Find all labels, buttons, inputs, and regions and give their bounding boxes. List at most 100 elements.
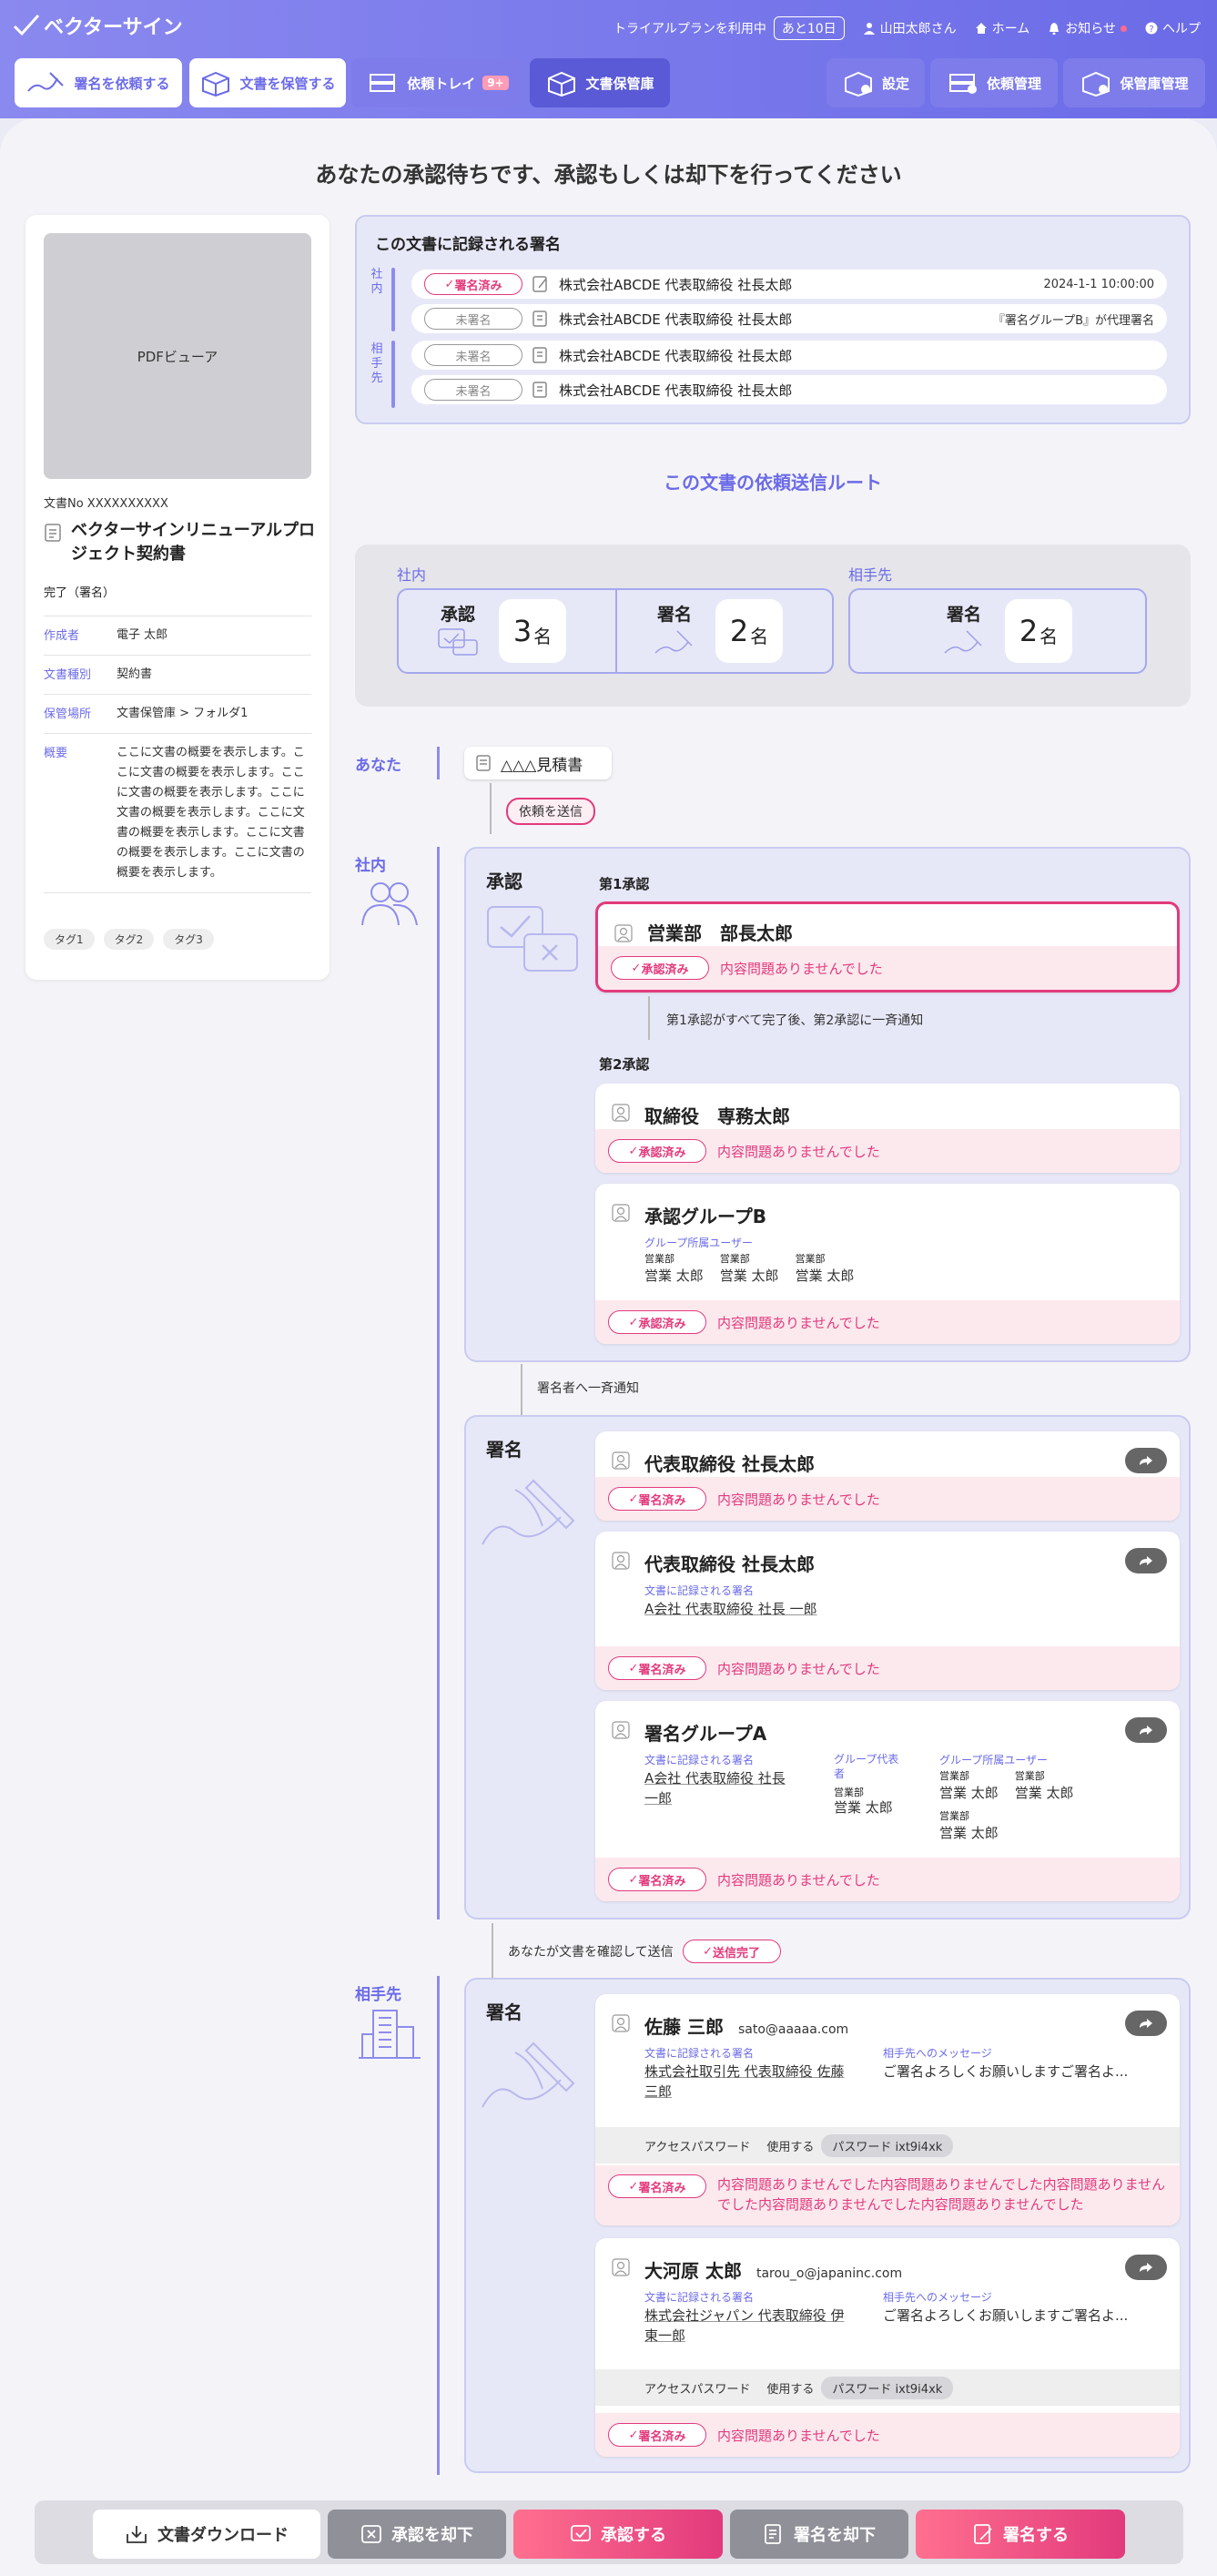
signed-pill: ✓ 署名済み (608, 2174, 706, 2198)
info-key: 保管場所 (44, 708, 92, 721)
count-unit: 名 (1040, 625, 1059, 647)
notice-dot (1121, 25, 1127, 32)
user-dept: 営業部 (1014, 1770, 1045, 1782)
unsigned-pill: 未署名 (424, 379, 522, 401)
forward-button[interactable] (1125, 2011, 1167, 2036)
logo[interactable]: ベクターサイン (13, 11, 183, 40)
forward-icon (1140, 1726, 1152, 1735)
result-text: 内容問題ありませんでした (717, 1491, 880, 1508)
store-doc-button[interactable]: 文書を保管する (189, 58, 346, 107)
approve-chat-icon (487, 906, 578, 972)
approver-group-card[interactable]: 承認グループB グループ所属ユーザー 営業部 営業 太郎 営業部 営業 太郎 営業部… (595, 1184, 1180, 1344)
request-sign-label: 署名を依頼する (74, 75, 170, 92)
access-pw-label: アクセスパスワード (644, 2382, 751, 2397)
help-link[interactable]: ? ヘルプ (1145, 19, 1201, 37)
reject-approval-button[interactable]: 承認を却下 (328, 2510, 506, 2559)
forward-button[interactable] (1125, 2255, 1167, 2280)
connector-line (490, 783, 492, 834)
approve-button[interactable]: 承認する (513, 2510, 723, 2559)
pdf-viewer[interactable]: PDFビューア (44, 233, 311, 479)
storage-manage-icon (1082, 71, 1111, 97)
result-text: 内容問題ありませんでした内容問題ありませんでした内容問題ありませんでした内容問題… (717, 2176, 1166, 2213)
count-unit: 名 (533, 625, 553, 647)
user-icon (612, 2014, 630, 2032)
recorded-sig-label: 文書に記録される署名 (644, 2291, 755, 2304)
tag[interactable]: タグ1 (44, 929, 95, 950)
pill-text: 送信完了 (713, 1946, 761, 1960)
trial-badge: あと10日 (773, 16, 845, 40)
approver-name: 承認グループB (644, 1206, 767, 1227)
sign-pen-icon (482, 2041, 575, 2108)
approve-count-cell: 承認 3名 (426, 590, 566, 672)
document-icon (45, 524, 61, 542)
partner-card[interactable]: 佐藤 三郎 sato@aaaaa.com 文書に記録される署名 株式会社取引先 … (595, 1994, 1180, 2225)
request-sign-button[interactable]: 署名を依頼する (15, 58, 182, 107)
tag[interactable]: タグ3 (163, 929, 214, 950)
user-icon (612, 1552, 630, 1570)
result-text: 内容問題ありませんでした (720, 960, 883, 977)
route-internal-label: 社内 (355, 857, 386, 875)
sign-count-cell: 署名 2名 (643, 590, 783, 672)
pill-text: 署名済み (638, 1663, 686, 1677)
forward-button[interactable] (1125, 1548, 1167, 1573)
connector-line (492, 1923, 493, 1978)
tag[interactable]: タグ2 (103, 929, 155, 950)
partner-message: ご署名よろしくお願いしますご署名よ... (883, 2307, 1129, 2324)
user-dept: 営業部 (644, 1253, 674, 1265)
sign-button[interactable]: 署名する (916, 2510, 1125, 2559)
approver-card[interactable]: 営業部 部長太郎 ✓ 承認済み 内容問題ありませんでした (595, 901, 1180, 993)
request-tray-button[interactable]: 依頼トレイ 9+ (351, 58, 524, 107)
signer-card[interactable]: 代表取締役 社長太郎 ✓ 署名済み 内容問題ありませんでした (595, 1431, 1180, 1521)
pill-text: 承認済み (641, 962, 689, 977)
info-row: 保管場所 文書保管庫 > フォルダ1 (44, 694, 311, 733)
request-manage-button[interactable]: 依頼管理 (930, 58, 1058, 107)
reject-sign-label: 署名を却下 (794, 2526, 876, 2545)
partner-card[interactable]: 大河原 太郎 tarou_o@japaninc.com 文書に記録される署名 株… (595, 2238, 1180, 2457)
signer-card[interactable]: 代表取締役 社長太郎 文書に記録される署名 A会社 代表取締役 社長 一郎 ✓ … (595, 1532, 1180, 1690)
result-text: 内容問題ありませんでした (717, 1314, 880, 1331)
forward-button[interactable] (1125, 1717, 1167, 1743)
sign-section-label: 署名 (486, 1439, 522, 1461)
user-menu[interactable]: 山田太郎さん (863, 19, 957, 37)
info-key: 概要 (44, 747, 68, 760)
help-icon: ? (1145, 22, 1158, 35)
reject-sign-button[interactable]: 署名を却下 (730, 2510, 908, 2559)
pill-text: 署名済み (638, 1874, 686, 1889)
step2-label: 第2承認 (599, 1056, 650, 1073)
user-name: 営業 太郎 (939, 1785, 999, 1801)
approve-icon (571, 2525, 591, 2541)
user-dept: 営業部 (939, 1810, 969, 1822)
approver-card[interactable]: 取締役 専務太郎 ✓ 承認済み 内容問題ありませんでした (595, 1084, 1180, 1173)
doc-storage-button[interactable]: 文書保管庫 (530, 58, 670, 107)
storage-manage-button[interactable]: 保管庫管理 (1063, 58, 1205, 107)
partner-sign-count: 2名 (1005, 599, 1072, 663)
document-icon (476, 755, 491, 771)
settings-button[interactable]: 設定 (827, 58, 925, 107)
download-button[interactable]: 文書ダウンロード (93, 2510, 320, 2559)
route-partner-label: 相手先 (355, 1986, 401, 2004)
group-user: 営業部 営業 太郎 (720, 1251, 779, 1286)
forward-button[interactable] (1125, 1448, 1167, 1473)
sign-result: ✓ 署名済み 内容問題ありませんでした (595, 1646, 1180, 1690)
signer-group-card[interactable]: 署名グループA 文書に記録される署名 A会社 代表取締役 社長 一郎 グループ代… (595, 1701, 1180, 1901)
approval-result: ✓ 承認済み 内容問題ありませんでした (595, 1300, 1180, 1344)
request-manage-label: 依頼管理 (986, 75, 1041, 92)
reject-approval-label: 承認を却下 (391, 2526, 473, 2545)
sign-result: ✓ 署名済み 内容問題ありませんでした (595, 2413, 1180, 2457)
partner-name-row: 佐藤 三郎 sato@aaaaa.com (644, 2012, 848, 2039)
forward-icon (1140, 2263, 1152, 2272)
pdf-viewer-label: PDFビューア (137, 348, 218, 365)
notice-label: お知らせ (1065, 22, 1116, 36)
notice-link[interactable]: お知らせ (1048, 19, 1127, 37)
route-doc-chip[interactable]: △△△見積書 (464, 747, 612, 779)
action-bar: 文書ダウンロード 承認を却下 承認する 署名を却下 署名する (35, 2500, 1183, 2564)
recorded-sig-value: 株式会社ジャパン 代表取締役 伊東一郎 (644, 2307, 845, 2344)
document-info-panel: PDFビューア 文書No XXXXXXXXXX ベクターサインリニューアルプロジ… (25, 215, 330, 980)
home-link[interactable]: ホーム (975, 19, 1030, 37)
step1-label: 第1承認 (599, 876, 650, 892)
check-logo-icon (13, 14, 40, 36)
forward-icon (1140, 1556, 1152, 1565)
home-label: ホーム (991, 22, 1030, 36)
pill-text: 署名済み (638, 1493, 686, 1508)
step1-notice: 第1承認がすべて完了後、第2承認に一斉通知 (666, 1013, 924, 1028)
